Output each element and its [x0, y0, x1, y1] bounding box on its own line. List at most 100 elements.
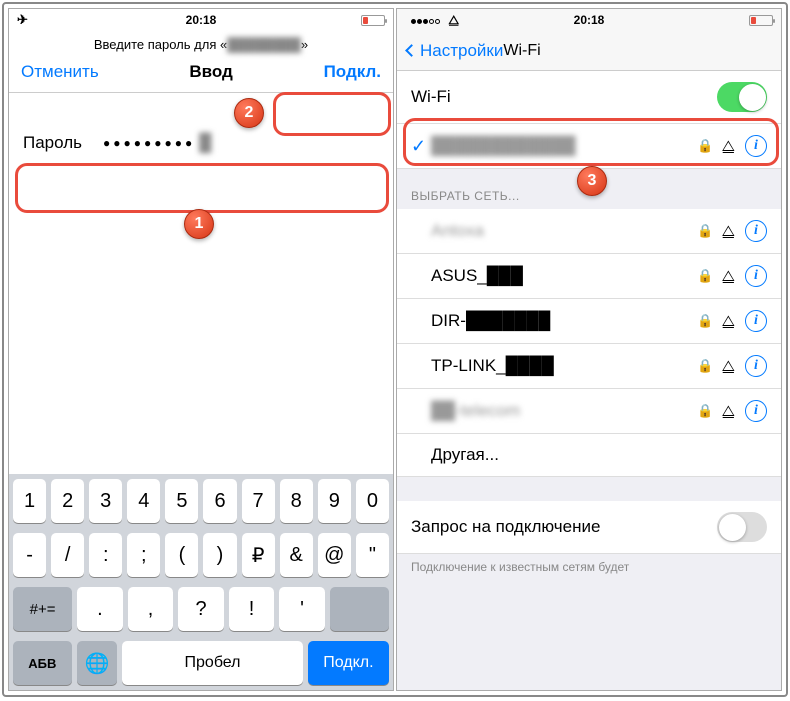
- nav-title: Wi-Fi: [503, 42, 540, 60]
- step-badge-3: 3: [577, 166, 607, 196]
- key-4[interactable]: 4: [127, 479, 160, 523]
- airplane-mode-icon: ✈: [17, 12, 28, 28]
- step-badge-1: 1: [184, 209, 214, 239]
- wifi-settings-screen: ⧋ 20:18 Настройки Wi-Fi Wi-Fi ✓ ████████…: [396, 8, 782, 691]
- network-row[interactable]: ASUS_███ 🔒 ⧋ i: [397, 254, 781, 299]
- network-name: ██-telecom: [411, 401, 697, 421]
- keyboard: 1 2 3 4 5 6 7 8 9 0 - / : ; ( ) ₽ & @ " …: [9, 474, 393, 690]
- key-exclaim[interactable]: !: [229, 587, 275, 631]
- network-row[interactable]: ██-telecom 🔒 ⧋ i: [397, 389, 781, 434]
- status-bar: ⧋ 20:18: [397, 9, 781, 31]
- key-semicolon[interactable]: ;: [127, 533, 160, 577]
- key-slash[interactable]: /: [51, 533, 84, 577]
- kb-row-3: #+= . , ? ! ': [9, 582, 393, 636]
- wifi-toggle-row: Wi-Fi: [397, 71, 781, 124]
- info-button[interactable]: i: [745, 265, 767, 287]
- password-label: Пароль: [23, 133, 103, 153]
- info-button[interactable]: i: [745, 400, 767, 422]
- battery-icon: [361, 15, 385, 26]
- connected-network-row[interactable]: ✓ ████████████ 🔒 ⧋ i: [397, 124, 781, 169]
- status-time: 20:18: [186, 13, 217, 27]
- network-row[interactable]: TP-LINK_████ 🔒⧋i: [397, 344, 781, 389]
- lock-icon: 🔒: [697, 268, 713, 284]
- checkmark-icon: ✓: [411, 136, 431, 157]
- back-button[interactable]: Настройки: [407, 41, 503, 61]
- key-5[interactable]: 5: [165, 479, 198, 523]
- key-1[interactable]: 1: [13, 479, 46, 523]
- nav-bar: Отменить Ввод Подкл.: [9, 62, 393, 93]
- info-button[interactable]: i: [745, 220, 767, 242]
- key-9[interactable]: 9: [318, 479, 351, 523]
- cancel-button[interactable]: Отменить: [21, 62, 99, 82]
- wifi-strength-icon: ⧋: [722, 313, 735, 330]
- key-rparen[interactable]: ): [203, 533, 236, 577]
- lock-icon: 🔒: [697, 313, 713, 329]
- key-ruble[interactable]: ₽: [242, 533, 275, 577]
- signal-wifi-icons: ⧋: [405, 13, 459, 28]
- info-button[interactable]: i: [745, 310, 767, 332]
- key-backspace[interactable]: [330, 587, 389, 631]
- chevron-left-icon: [405, 44, 418, 57]
- password-entry-screen: ✈ 20:18 Введите пароль для «████████» От…: [8, 8, 394, 691]
- connected-network-name: ████████████: [431, 136, 697, 156]
- info-button[interactable]: i: [745, 355, 767, 377]
- info-button[interactable]: i: [745, 135, 767, 157]
- key-apos[interactable]: ': [279, 587, 325, 631]
- key-space[interactable]: Пробел: [122, 641, 303, 685]
- key-lparen[interactable]: (: [165, 533, 198, 577]
- wifi-strength-icon: ⧋: [722, 268, 735, 285]
- highlight-password: [15, 163, 389, 213]
- network-name: ASUS_███: [411, 266, 697, 286]
- other-label: Другая...: [411, 445, 767, 465]
- globe-icon: 🌐: [85, 651, 110, 676]
- key-question[interactable]: ?: [178, 587, 224, 631]
- lock-icon: 🔒: [697, 403, 713, 419]
- key-8[interactable]: 8: [280, 479, 313, 523]
- key-comma[interactable]: ,: [128, 587, 174, 631]
- kb-row-1: 1 2 3 4 5 6 7 8 9 0: [9, 474, 393, 528]
- footer-text: Подключение к известным сетям будет: [397, 554, 781, 580]
- status-bar: ✈ 20:18: [9, 9, 393, 31]
- wifi-toggle[interactable]: [717, 82, 767, 112]
- wifi-strength-icon: ⧋: [722, 358, 735, 375]
- key-globe[interactable]: 🌐: [77, 641, 118, 685]
- key-period[interactable]: .: [77, 587, 123, 631]
- network-name: TP-LINK_████: [411, 356, 697, 376]
- key-quote[interactable]: ": [356, 533, 389, 577]
- key-7[interactable]: 7: [242, 479, 275, 523]
- key-at[interactable]: @: [318, 533, 351, 577]
- network-row[interactable]: Antoxa 🔒⧋i: [397, 209, 781, 254]
- key-2[interactable]: 2: [51, 479, 84, 523]
- key-colon[interactable]: :: [89, 533, 122, 577]
- cellular-icon: [411, 13, 441, 27]
- status-time: 20:18: [574, 13, 605, 27]
- wifi-icon: ⧋: [448, 13, 459, 27]
- connect-button[interactable]: Подкл.: [324, 62, 381, 82]
- key-amp[interactable]: &: [280, 533, 313, 577]
- choose-network-section: ВЫБРАТЬ СЕТЬ... Antoxa 🔒⧋i ASUS_███ 🔒⧋i …: [397, 169, 781, 477]
- password-prompt: Введите пароль для «████████»: [9, 31, 393, 62]
- key-3[interactable]: 3: [89, 479, 122, 523]
- nav-bar: Настройки Wi-Fi: [397, 31, 781, 71]
- lock-icon: 🔒: [697, 138, 713, 154]
- nav-title: Ввод: [189, 62, 232, 82]
- password-value: ●●●●●●●●●: [103, 136, 195, 150]
- password-row[interactable]: Пароль ●●●●●●●●● █: [9, 121, 393, 165]
- ask-to-join-row: Запрос на подключение: [397, 501, 781, 554]
- other-network-row[interactable]: Другая...: [397, 434, 781, 477]
- kb-row-2: - / : ; ( ) ₽ & @ ": [9, 528, 393, 582]
- wifi-toggle-label: Wi-Fi: [411, 87, 717, 107]
- ask-to-join-toggle[interactable]: [717, 512, 767, 542]
- key-0[interactable]: 0: [356, 479, 389, 523]
- key-6[interactable]: 6: [203, 479, 236, 523]
- key-abc[interactable]: АБВ: [13, 641, 72, 685]
- battery-icon: [749, 15, 773, 26]
- network-row[interactable]: DIR-███████ 🔒⧋i: [397, 299, 781, 344]
- step-badge-2: 2: [234, 98, 264, 128]
- lock-icon: 🔒: [697, 223, 713, 239]
- ask-to-join-label: Запрос на подключение: [411, 517, 717, 537]
- key-dash[interactable]: -: [13, 533, 46, 577]
- wifi-strength-icon: ⧋: [722, 403, 735, 420]
- key-go[interactable]: Подкл.: [308, 641, 389, 685]
- key-symbols[interactable]: #+=: [13, 587, 72, 631]
